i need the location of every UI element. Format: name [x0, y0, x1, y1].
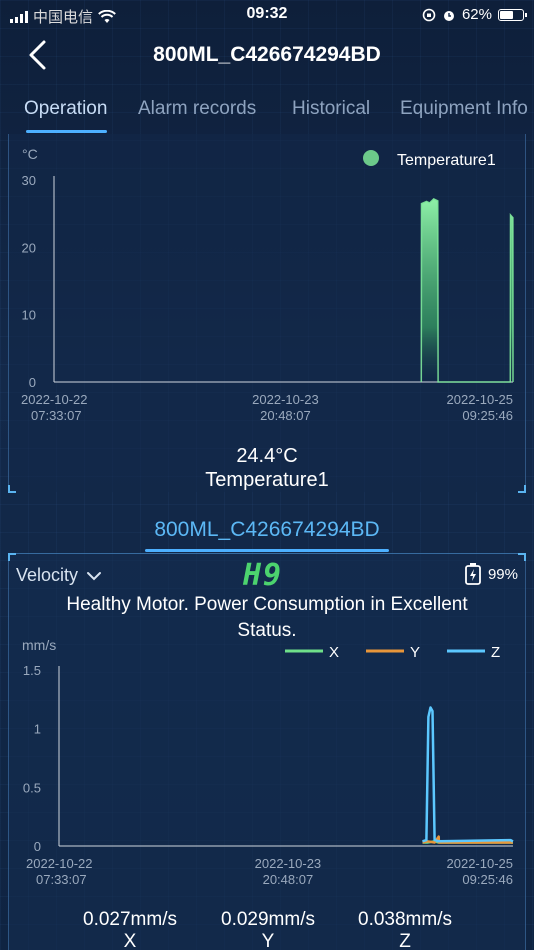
metric-selector[interactable]: Velocity: [16, 565, 102, 586]
reading-x-value: 0.027mm/s: [83, 909, 177, 930]
velocity-x-tick-time: 09:25:46: [462, 872, 513, 887]
tab-bar: Operation Alarm records Historical Equip…: [0, 88, 534, 134]
sensor-battery-percent: 99%: [487, 565, 518, 583]
reading-y: 0.029mm/s Y: [210, 909, 326, 950]
velocity-y-tick-label: 0: [34, 839, 41, 854]
reading-y-value: 0.029mm/s: [221, 909, 315, 930]
velocity-y-tick-label: 0.5: [23, 780, 41, 795]
health-grade-badge: H9: [243, 558, 284, 593]
chevron-down-icon: [87, 571, 102, 580]
reading-x: 0.027mm/s X: [72, 909, 188, 950]
battery-charging-icon: [465, 563, 481, 585]
active-tab-indicator: [26, 130, 107, 133]
velocity-x-tick-date: 2022-10-22: [26, 856, 93, 871]
velocity-x-tick-time: 20:48:07: [263, 872, 314, 887]
temperature-chart: °C Temperature1 0 10 20 30 2022-10-2207:33:0…: [21, 146, 514, 423]
temp-x-tick-time: 07:33:07: [31, 408, 82, 423]
reading-z-axis: Z: [399, 931, 411, 950]
temp-y-tick-label: 20: [22, 240, 36, 255]
temp-x-tick-time: 20:48:07: [260, 408, 311, 423]
tab-historical[interactable]: Historical: [292, 98, 370, 120]
temp-y-tick-label: 30: [22, 173, 36, 188]
velocity-x-tick-date: 2022-10-23: [255, 856, 322, 871]
sensor-battery: 99%: [464, 562, 518, 586]
page-title: 800ML_C426674294BD: [153, 43, 381, 66]
temperature-value: 24.4°C: [236, 445, 298, 467]
velocity-series-z-line: [422, 706, 514, 843]
reading-y-axis: Y: [261, 931, 275, 950]
temp-y-tick-label: 10: [22, 308, 36, 323]
reading-z-value: 0.038mm/s: [358, 909, 452, 930]
temperature-label: Temperature1: [205, 469, 329, 491]
device-heading-underline: [145, 549, 389, 552]
velocity-x-tick-date: 2022-10-25: [447, 856, 514, 871]
tab-operation[interactable]: Operation: [24, 98, 107, 120]
reading-z: 0.038mm/s Z: [347, 909, 463, 950]
tab-alarm-records[interactable]: Alarm records: [138, 98, 256, 120]
orientation-lock-icon: [422, 8, 436, 21]
temp-x-tick-date: 2022-10-25: [447, 392, 514, 407]
velocity-legend-label-x: X: [329, 644, 339, 661]
temperature-readout: 24.4°C Temperature1: [0, 444, 534, 492]
reading-x-axis: X: [123, 931, 137, 950]
status-bar-right: 62%: [422, 6, 527, 23]
battery-icon: [498, 8, 527, 21]
metric-selector-label: Velocity: [16, 565, 79, 585]
velocity-legend-label-y: Y: [410, 644, 420, 661]
temp-y-unit: °C: [22, 146, 38, 162]
temp-y-tick-label: 0: [29, 375, 36, 390]
velocity-legend-label-z: Z: [491, 644, 500, 661]
tab-equipment-info[interactable]: Equipment Info: [400, 98, 528, 120]
velocity-y-tick-label: 1.5: [23, 663, 41, 678]
temp-x-tick-time: 09:25:46: [462, 408, 513, 423]
status-bar: 中国电信 09:32 62%: [0, 0, 534, 30]
velocity-x-tick-time: 07:33:07: [36, 872, 87, 887]
temp-x-tick-date: 2022-10-23: [252, 392, 319, 407]
temp-x-tick-date: 2022-10-22: [21, 392, 88, 407]
temp-legend-marker: [363, 150, 379, 166]
velocity-y-tick-label: 1: [34, 722, 41, 737]
device-heading[interactable]: 800ML_C426674294BD: [0, 518, 534, 542]
alarm-clock-icon: [443, 10, 454, 21]
battery-percent: 62%: [461, 6, 492, 23]
velocity-y-unit: mm/s: [22, 637, 56, 653]
temp-legend-label: Temperature1: [397, 152, 496, 169]
velocity-chart: mm/s X Y Z 0 0.5 1 1.5 2022-10-2207:33:07 2022-…: [22, 637, 514, 887]
temp-series-temperature1-area: [421, 198, 513, 382]
navigation-bar: 800ML_C426674294BD: [0, 30, 534, 80]
